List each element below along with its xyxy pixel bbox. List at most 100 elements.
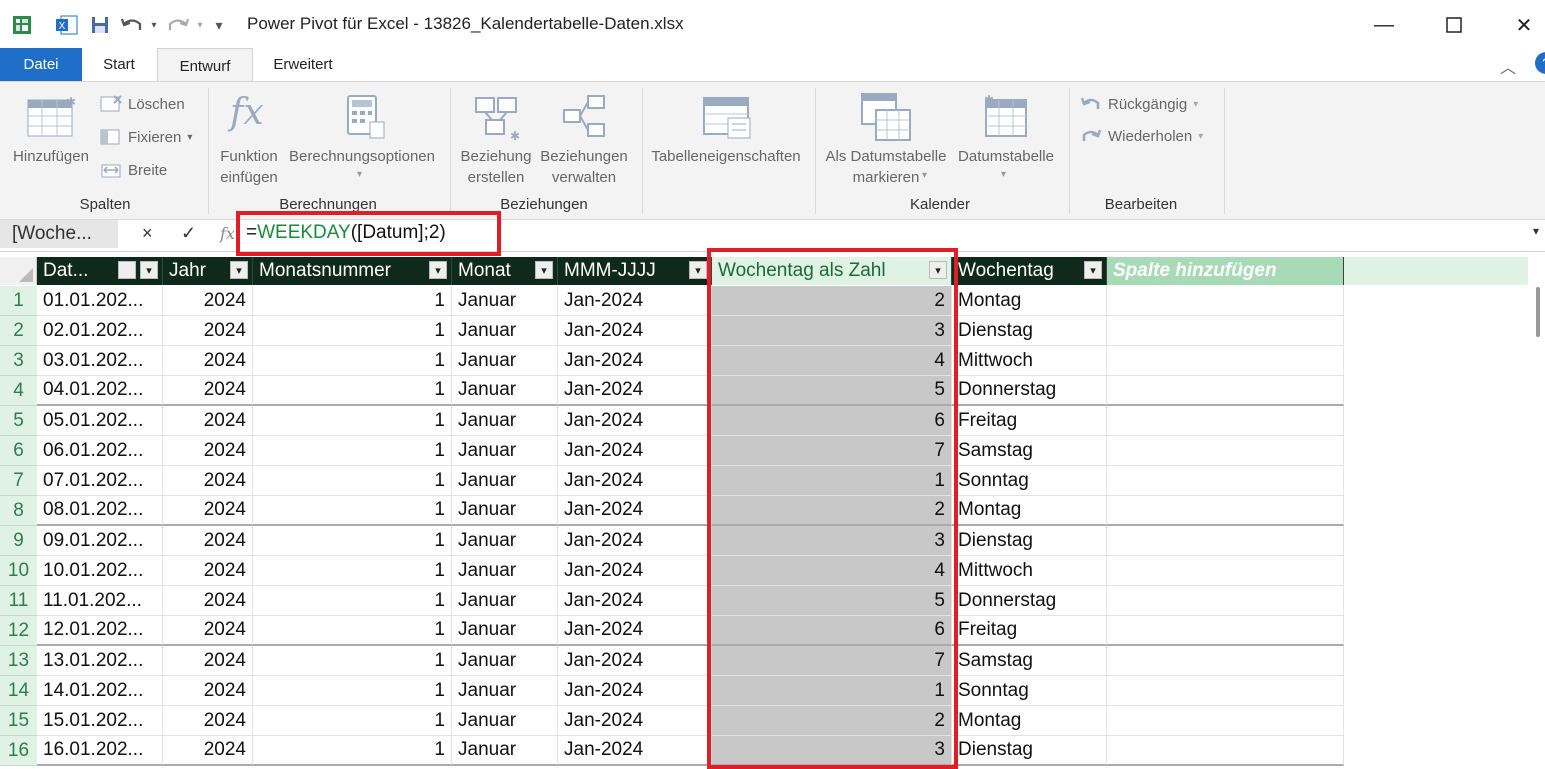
cell-year[interactable]: 2024 xyxy=(163,586,253,616)
cell-year[interactable]: 2024 xyxy=(163,496,253,526)
filter-dropdown-icon[interactable]: ▾ xyxy=(140,261,158,279)
row-number[interactable]: 13 xyxy=(0,646,37,676)
cell-add-column[interactable] xyxy=(1107,676,1344,706)
cell-add-column[interactable] xyxy=(1107,406,1344,436)
cell-add-column[interactable] xyxy=(1107,496,1344,526)
cell-month[interactable]: Januar xyxy=(452,346,558,376)
tab-datei[interactable]: Datei xyxy=(0,48,82,81)
row-number[interactable]: 15 xyxy=(0,706,37,736)
cell-date[interactable]: 13.01.202... xyxy=(37,646,163,676)
cell-year[interactable]: 2024 xyxy=(163,526,253,556)
cell-month-number[interactable]: 1 xyxy=(253,406,452,436)
row-number[interactable]: 1 xyxy=(0,286,37,316)
cell-year[interactable]: 2024 xyxy=(163,646,253,676)
redo-dropdown-icon[interactable]: ▾ xyxy=(194,12,206,38)
cell-date[interactable]: 09.01.202... xyxy=(37,526,163,556)
help-icon[interactable]: ? xyxy=(1535,52,1545,74)
column-header-weekday[interactable]: Wochentag ▾ xyxy=(952,257,1107,285)
cell-add-column[interactable] xyxy=(1107,616,1344,646)
cell-date[interactable]: 14.01.202... xyxy=(37,676,163,706)
column-header-month-year[interactable]: MMM-JJJJ ▾ xyxy=(558,257,712,285)
redo-button[interactable]: Wiederholen ▾ xyxy=(1080,127,1203,145)
cell-weekday[interactable]: Mittwoch xyxy=(952,556,1107,586)
row-number[interactable]: 2 xyxy=(0,316,37,346)
cell-month[interactable]: Januar xyxy=(452,616,558,646)
cell-date[interactable]: 01.01.202... xyxy=(37,286,163,316)
column-header-year[interactable]: Jahr ▾ xyxy=(163,257,253,285)
delete-column-button[interactable]: Löschen xyxy=(100,95,185,113)
manage-relationships-button[interactable]: Beziehungen verwalten xyxy=(536,146,632,188)
tab-start[interactable]: Start xyxy=(88,48,150,81)
row-number[interactable]: 14 xyxy=(0,676,37,706)
cell-month-year[interactable]: Jan-2024 xyxy=(558,406,712,436)
confirm-formula-icon[interactable]: ✓ xyxy=(181,223,196,244)
insert-function-button[interactable]: Funktion einfügen xyxy=(214,146,284,188)
cell-month-year[interactable]: Jan-2024 xyxy=(558,376,712,406)
cell-month[interactable]: Januar xyxy=(452,676,558,706)
cell-month-year[interactable]: Jan-2024 xyxy=(558,496,712,526)
row-number[interactable]: 7 xyxy=(0,466,37,496)
cell-month-number[interactable]: 1 xyxy=(253,466,452,496)
cell-year[interactable]: 2024 xyxy=(163,346,253,376)
freeze-column-button[interactable]: Fixieren ▾ xyxy=(100,128,192,146)
undo-button[interactable]: Rückgängig ▾ xyxy=(1080,95,1198,113)
cell-weekday[interactable]: Donnerstag xyxy=(952,586,1107,616)
close-button[interactable]: ✕ xyxy=(1504,10,1544,40)
cell-year[interactable]: 2024 xyxy=(163,556,253,586)
cell-add-column[interactable] xyxy=(1107,346,1344,376)
cell-month-year[interactable]: Jan-2024 xyxy=(558,436,712,466)
cell-month[interactable]: Januar xyxy=(452,706,558,736)
cell-weekday-number[interactable]: 2 xyxy=(712,706,952,736)
cell-year[interactable]: 2024 xyxy=(163,316,253,346)
select-all-corner[interactable] xyxy=(0,257,37,285)
cell-weekday-number[interactable]: 7 xyxy=(712,436,952,466)
row-number[interactable]: 8 xyxy=(0,496,37,526)
cell-month-number[interactable]: 1 xyxy=(253,736,452,766)
cell-month-number[interactable]: 1 xyxy=(253,616,452,646)
cell-month[interactable]: Januar xyxy=(452,286,558,316)
filter-dropdown-icon[interactable]: ▾ xyxy=(230,261,248,279)
cell-month-number[interactable]: 1 xyxy=(253,706,452,736)
cell-date[interactable]: 02.01.202... xyxy=(37,316,163,346)
cell-month-year[interactable]: Jan-2024 xyxy=(558,706,712,736)
cell-weekday-number[interactable]: 1 xyxy=(712,676,952,706)
cell-date[interactable]: 12.01.202... xyxy=(37,616,163,646)
cell-year[interactable]: 2024 xyxy=(163,286,253,316)
column-header-weekday-number[interactable]: Wochentag als Zahl ▾ xyxy=(712,257,952,285)
cell-date[interactable]: 11.01.202... xyxy=(37,586,163,616)
cell-weekday-number[interactable]: 2 xyxy=(712,286,952,316)
mark-as-date-table-button[interactable]: Als Datumstabelle markieren xyxy=(820,146,952,188)
cell-weekday-number[interactable]: 5 xyxy=(712,586,952,616)
expand-formula-icon[interactable]: ▾ xyxy=(1533,224,1539,238)
cell-weekday[interactable]: Donnerstag xyxy=(952,376,1107,406)
cell-date[interactable]: 15.01.202... xyxy=(37,706,163,736)
cell-month-number[interactable]: 1 xyxy=(253,526,452,556)
cell-add-column[interactable] xyxy=(1107,526,1344,556)
cell-month-number[interactable]: 1 xyxy=(253,556,452,586)
cell-weekday-number[interactable]: 3 xyxy=(712,736,952,766)
maximize-button[interactable] xyxy=(1434,10,1474,40)
vertical-scrollbar[interactable] xyxy=(1530,257,1545,769)
cell-weekday-number[interactable]: 2 xyxy=(712,496,952,526)
row-number[interactable]: 10 xyxy=(0,556,37,586)
cell-month[interactable]: Januar xyxy=(452,646,558,676)
cell-month[interactable]: Januar xyxy=(452,436,558,466)
cell-add-column[interactable] xyxy=(1107,316,1344,346)
cell-month-year[interactable]: Jan-2024 xyxy=(558,286,712,316)
row-number[interactable]: 11 xyxy=(0,586,37,616)
cell-weekday[interactable]: Montag xyxy=(952,706,1107,736)
cell-weekday[interactable]: Freitag xyxy=(952,616,1107,646)
cell-weekday[interactable]: Samstag xyxy=(952,646,1107,676)
cell-weekday[interactable]: Samstag xyxy=(952,436,1107,466)
cell-month-year[interactable]: Jan-2024 xyxy=(558,736,712,766)
cell-year[interactable]: 2024 xyxy=(163,406,253,436)
cell-date[interactable]: 08.01.202... xyxy=(37,496,163,526)
cell-weekday-number[interactable]: 5 xyxy=(712,376,952,406)
cell-add-column[interactable] xyxy=(1107,736,1344,766)
date-table-button[interactable]: Datumstabelle xyxy=(954,146,1058,167)
cell-add-column[interactable] xyxy=(1107,556,1344,586)
table-properties-button[interactable]: Tabelleneigenschaften xyxy=(648,146,804,167)
cell-weekday-number[interactable]: 4 xyxy=(712,556,952,586)
filter-dropdown-icon[interactable]: ▾ xyxy=(429,261,447,279)
cell-month[interactable]: Januar xyxy=(452,406,558,436)
